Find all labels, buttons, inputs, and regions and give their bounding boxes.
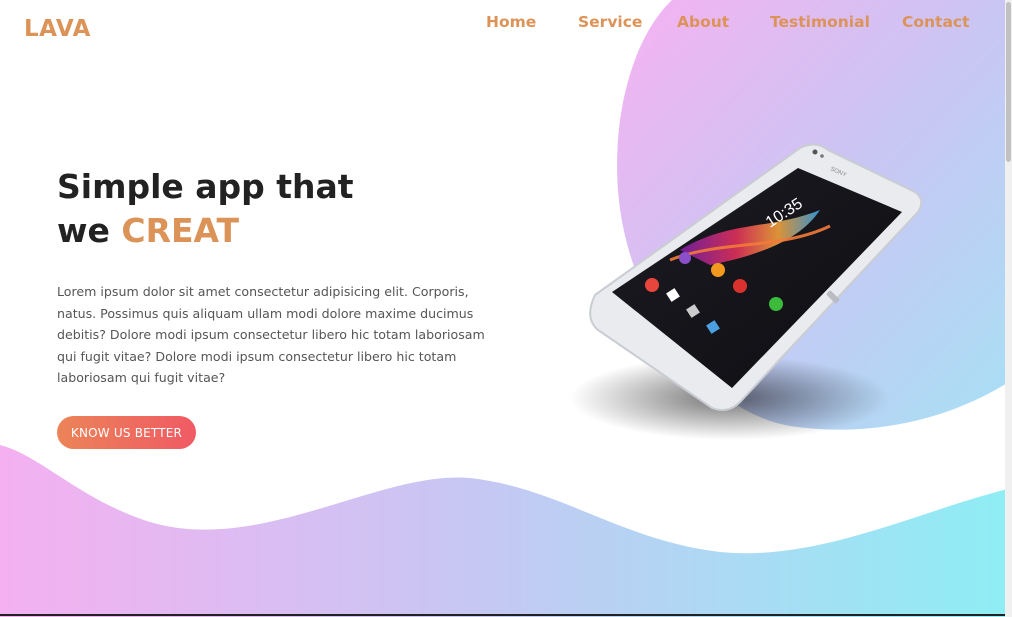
app-icon-green [769, 297, 783, 311]
hero-title-line1: Simple app that [57, 167, 354, 206]
app-icon-purple [679, 252, 691, 264]
nav-item-about[interactable]: About [677, 13, 729, 31]
scrollbar-thumb[interactable] [1006, 2, 1011, 162]
nav-item-contact[interactable]: Contact [902, 13, 970, 31]
hero-title-we: we [57, 211, 122, 250]
hero-description: Lorem ipsum dolor sit amet consectetur a… [57, 284, 485, 386]
nav-item-testimonial[interactable]: Testimonial [770, 13, 870, 31]
smartphone-illustration: 10:35 SONY [570, 143, 923, 440]
nav-item-home[interactable]: Home [486, 13, 536, 31]
front-camera [812, 149, 818, 155]
app-icon-red [733, 279, 747, 293]
app-icon-orange [711, 263, 725, 277]
hero-title-accent: CREAT [121, 211, 240, 250]
know-us-better-button[interactable]: KNOW US BETTER [57, 416, 196, 449]
nav-item-service[interactable]: Service [578, 13, 642, 31]
hero-title: Simple app that we CREAT [57, 165, 354, 253]
phone-image: 10:35 SONY [560, 130, 980, 460]
bottom-wave [0, 445, 1012, 617]
app-icon-chrome [645, 278, 659, 292]
brand-logo[interactable]: LAVA [24, 16, 91, 42]
scrollbar[interactable] [1005, 0, 1012, 617]
